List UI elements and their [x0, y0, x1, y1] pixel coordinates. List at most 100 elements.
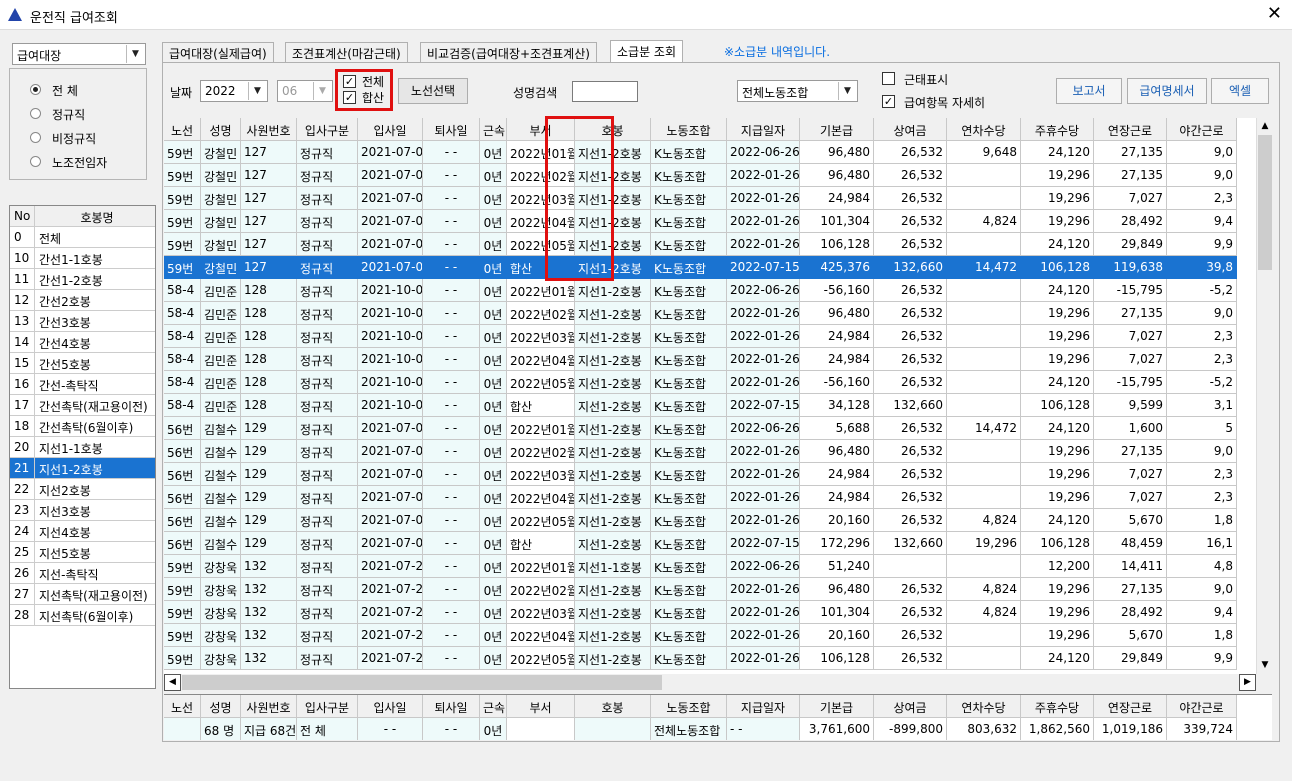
grid-cell: 9,599: [1094, 394, 1167, 417]
grid-cell: 0년: [480, 440, 507, 463]
grid-cell: K노동조합: [651, 578, 727, 601]
app-icon: [8, 8, 22, 21]
year-combo[interactable]: 2022 ▼: [200, 80, 268, 102]
grid-cell: K노동조합: [651, 164, 727, 187]
grade-list-item[interactable]: 11 간선1-2호봉: [10, 269, 155, 290]
grade-list-item[interactable]: 18 간선촉탁(6월이후): [10, 416, 155, 437]
grid-cell: 56번: [164, 440, 201, 463]
grid-cell: 김민준: [201, 394, 241, 417]
grade-name: 지선1-1호봉: [39, 442, 103, 456]
chevron-down-icon[interactable]: ▼: [248, 82, 266, 100]
grade-list-item[interactable]: 14 간선4호봉: [10, 332, 155, 353]
grade-list-item[interactable]: 20 지선1-1호봉: [10, 437, 155, 458]
column-header: 퇴사일: [423, 118, 480, 141]
grid-cell: 2021-10-01: [358, 348, 423, 371]
grade-name: 간선4호봉: [39, 337, 91, 351]
grade-list-item[interactable]: 27 지선촉탁(재고용이전): [10, 584, 155, 605]
attendance-checkbox[interactable]: [882, 72, 895, 85]
grid-cell: K노동조합: [651, 440, 727, 463]
date-label: 날짜: [170, 86, 193, 100]
grade-list-item[interactable]: 21 지선1-2호봉: [10, 458, 155, 479]
grid-cell: 강철민: [201, 187, 241, 210]
chevron-down-icon[interactable]: ▼: [126, 45, 144, 63]
grid-cell: 지선1-2호봉: [575, 440, 651, 463]
grid-cell: 2021-10-01: [358, 371, 423, 394]
grid-cell: 김철수: [201, 463, 241, 486]
grid-cell: 26,532: [874, 325, 947, 348]
grid-cell: 26,532: [874, 463, 947, 486]
grade-list-item[interactable]: 12 간선2호봉: [10, 290, 155, 311]
payslip-button[interactable]: 급여명세서: [1127, 78, 1207, 104]
detail-label: 급여항목 자세히: [904, 96, 986, 110]
grade-list-item[interactable]: 28 지선촉탁(6월이후): [10, 605, 155, 626]
grid-cell: K노동조합: [651, 233, 727, 256]
grade-list-item[interactable]: 22 지선2호봉: [10, 479, 155, 500]
name-search-input[interactable]: [572, 81, 638, 102]
scroll-down-icon[interactable]: ▼: [1257, 657, 1273, 674]
column-header: 성명: [201, 695, 241, 718]
ledger-type-combo[interactable]: 급여대장 ▼: [12, 43, 146, 65]
grid-cell: K노동조합: [651, 601, 727, 624]
grade-list-item[interactable]: 10 간선1-1호봉: [10, 248, 155, 269]
close-icon[interactable]: ✕: [1267, 3, 1282, 24]
union-combo[interactable]: 전체노동조합 ▼: [737, 80, 858, 102]
grid-cell: K노동조합: [651, 647, 727, 670]
grid-cell: 3,1: [1167, 394, 1237, 417]
grid-cell: K노동조합: [651, 555, 727, 578]
route-select-button[interactable]: 노선선택: [398, 78, 468, 104]
tab-payroll-ledger[interactable]: 급여대장(실제급여): [162, 42, 274, 62]
grid-cell: 129: [241, 417, 297, 440]
all-checkbox[interactable]: [343, 75, 356, 88]
grid-cell: 59번: [164, 187, 201, 210]
grid-cell: 2022-01-26: [727, 440, 800, 463]
vertical-scrollbar[interactable]: ▲ ▼: [1256, 118, 1272, 674]
tab-retro-pay[interactable]: 소급분 조회: [610, 40, 684, 63]
grid-cell: 24,984: [800, 463, 874, 486]
grade-list-item[interactable]: 16 간선-촉탁직: [10, 374, 155, 395]
grade-list-item[interactable]: 26 지선-촉탁직: [10, 563, 155, 584]
grid-cell: 4,824: [947, 578, 1021, 601]
grade-no: 11: [10, 269, 35, 289]
grid-cell: - -: [423, 371, 480, 394]
detail-checkbox[interactable]: [882, 95, 895, 108]
scroll-thumb[interactable]: [1258, 135, 1272, 270]
grid-cell: 0년: [480, 371, 507, 394]
excel-button[interactable]: 엑셀: [1211, 78, 1269, 104]
grade-name: 지선촉탁(6월이후): [39, 610, 134, 624]
scroll-up-icon[interactable]: ▲: [1257, 118, 1273, 135]
scroll-thumb[interactable]: [182, 675, 662, 690]
tab-table-calc[interactable]: 조견표계산(마감근태): [285, 42, 408, 62]
horizontal-scrollbar[interactable]: ◀ ▶: [164, 674, 1256, 691]
grid-cell: 106,128: [1021, 532, 1094, 555]
grade-list-item[interactable]: 15 간선5호봉: [10, 353, 155, 374]
column-header: 노선: [164, 695, 201, 718]
sum-checkbox[interactable]: [343, 91, 356, 104]
grade-list-item[interactable]: 23 지선3호봉: [10, 500, 155, 521]
grid-cell: 27,135: [1094, 302, 1167, 325]
chevron-down-icon[interactable]: ▼: [838, 82, 856, 100]
grade-list-item[interactable]: 17 간선촉탁(재고용이전): [10, 395, 155, 416]
chevron-down-icon[interactable]: ▼: [313, 82, 331, 100]
grade-name: 간선3호봉: [39, 316, 91, 330]
grid-cell: 128: [241, 394, 297, 417]
grade-list-item[interactable]: 0 전체: [10, 227, 155, 248]
grid-cell: - -: [423, 164, 480, 187]
grid-cell: 김철수: [201, 417, 241, 440]
grade-list-item[interactable]: 13 간선3호봉: [10, 311, 155, 332]
grid-cell: 58-4: [164, 325, 201, 348]
grade-list-item[interactable]: 25 지선5호봉: [10, 542, 155, 563]
column-header: 입사구분: [297, 118, 358, 141]
grid-cell: 정규직: [297, 279, 358, 302]
grid-cell: 지선1-2호봉: [575, 624, 651, 647]
tab-compare[interactable]: 비교검증(급여대장+조견표계산): [420, 42, 597, 62]
grid-cell: [947, 624, 1021, 647]
column-header: 지급일자: [727, 118, 800, 141]
report-button[interactable]: 보고서: [1056, 78, 1122, 104]
month-combo[interactable]: 06 ▼: [277, 80, 333, 102]
grade-list-item[interactable]: 24 지선4호봉: [10, 521, 155, 542]
grid-cell: 24,120: [1021, 417, 1094, 440]
scroll-right-icon[interactable]: ▶: [1239, 674, 1256, 691]
scroll-left-icon[interactable]: ◀: [164, 674, 181, 691]
grid-cell: 9,9: [1167, 233, 1237, 256]
column-header: 근속: [480, 695, 507, 718]
